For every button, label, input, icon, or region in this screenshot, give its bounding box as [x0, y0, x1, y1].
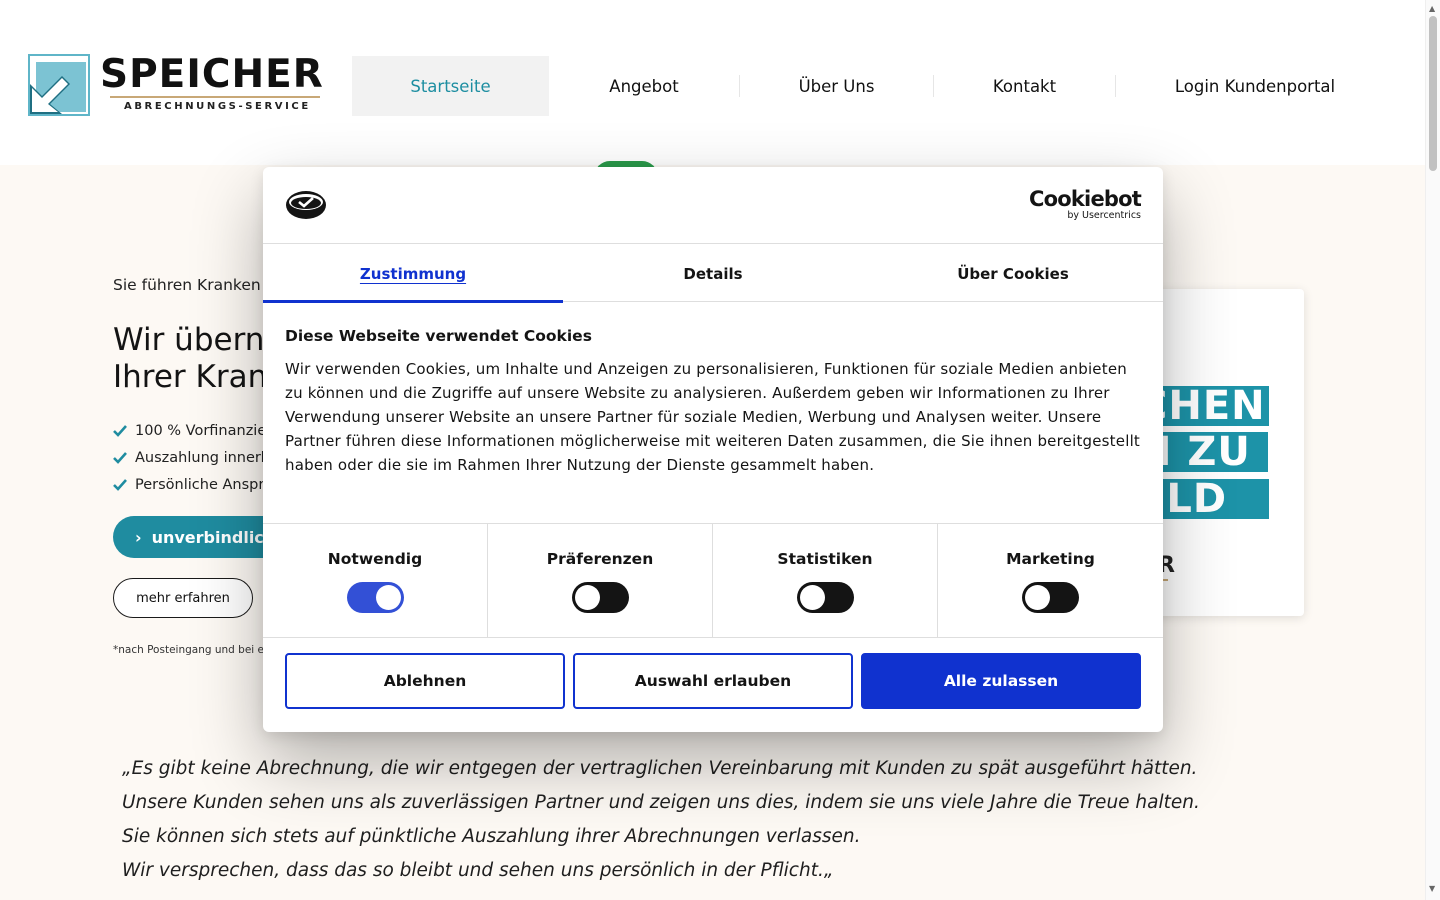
consent-label: Statistiken — [777, 550, 873, 568]
nav-item-startseite[interactable]: Startseite — [352, 56, 549, 116]
cookiebot-brand-sub: by Usercentrics — [1067, 210, 1141, 221]
allow-selection-button[interactable]: Auswahl erlauben — [573, 653, 853, 709]
toggle-preferences[interactable] — [571, 582, 629, 613]
cookie-consent-dialog: Cookiebot by Usercentrics Zustimmung Det… — [263, 167, 1163, 732]
logo-wordmark: SPEICHER — [100, 52, 324, 97]
cookiebot-brand[interactable]: Cookiebot by Usercentrics — [1029, 187, 1142, 221]
cookiebot-brand-name: Cookiebot — [1029, 187, 1142, 211]
scroll-up-arrow-icon[interactable]: ▲ — [1429, 4, 1435, 13]
scroll-down-arrow-icon[interactable]: ▼ — [1429, 884, 1435, 893]
consent-label: Notwendig — [327, 550, 423, 568]
consent-categories: Notwendig Präferenzen Statistiken Market… — [263, 523, 1163, 638]
toggle-necessary[interactable] — [346, 582, 404, 613]
consent-label: Marketing — [1006, 550, 1095, 568]
nav-item-angebot[interactable]: Angebot — [549, 56, 739, 116]
cookie-dialog-tabs: Zustimmung Details Über Cookies — [263, 245, 1163, 303]
scroll-thumb[interactable] — [1429, 16, 1437, 171]
main-nav: Startseite Angebot Über Uns Kontakt Logi… — [352, 56, 1394, 116]
cookie-dialog-actions: Ablehnen Auswahl erlauben Alle zulassen — [285, 653, 1141, 709]
consent-preferences: Präferenzen — [488, 524, 713, 637]
toggle-knob — [799, 585, 825, 610]
allow-all-button[interactable]: Alle zulassen — [861, 653, 1141, 709]
arrow-box-logo-icon — [28, 54, 90, 116]
consent-statistics: Statistiken — [713, 524, 938, 637]
cookie-dialog-header: Cookiebot by Usercentrics — [263, 167, 1163, 244]
consent-necessary: Notwendig — [263, 524, 488, 637]
toggle-knob — [1025, 585, 1050, 610]
cookie-dialog-title: Diese Webseite verwendet Cookies — [285, 327, 592, 345]
logo-underline — [110, 96, 320, 98]
tab-zustimmung[interactable]: Zustimmung — [263, 245, 563, 303]
toggle-knob — [375, 585, 401, 610]
consent-label: Präferenzen — [546, 550, 654, 568]
toggle-marketing[interactable] — [1022, 582, 1079, 613]
logo-tagline: ABRECHNUNGS-SERVICE — [124, 101, 311, 112]
nav-item-login-kundenportal[interactable]: Login Kundenportal — [1116, 56, 1394, 116]
cookie-dialog-body: Diese Webseite verwendet Cookies Wir ver… — [285, 327, 1141, 477]
consent-marketing: Marketing — [938, 524, 1163, 637]
cookie-dialog-text: Wir verwenden Cookies, um Inhalte und An… — [285, 360, 1141, 474]
cookiebot-logo-icon — [286, 191, 326, 219]
tab-ueber-cookies[interactable]: Über Cookies — [863, 245, 1163, 302]
page-scrollbar[interactable]: ▲ ▼ — [1425, 0, 1440, 900]
decline-button[interactable]: Ablehnen — [285, 653, 565, 709]
toggle-statistics[interactable] — [796, 582, 854, 613]
toggle-knob — [574, 585, 600, 610]
nav-item-kontakt[interactable]: Kontakt — [934, 56, 1115, 116]
tab-details[interactable]: Details — [563, 245, 863, 302]
site-logo[interactable]: SPEICHER ABRECHNUNGS-SERVICE — [28, 52, 323, 118]
nav-item-ueber-uns[interactable]: Über Uns — [740, 56, 933, 116]
site-header: SPEICHER ABRECHNUNGS-SERVICE Startseite … — [0, 0, 1425, 165]
